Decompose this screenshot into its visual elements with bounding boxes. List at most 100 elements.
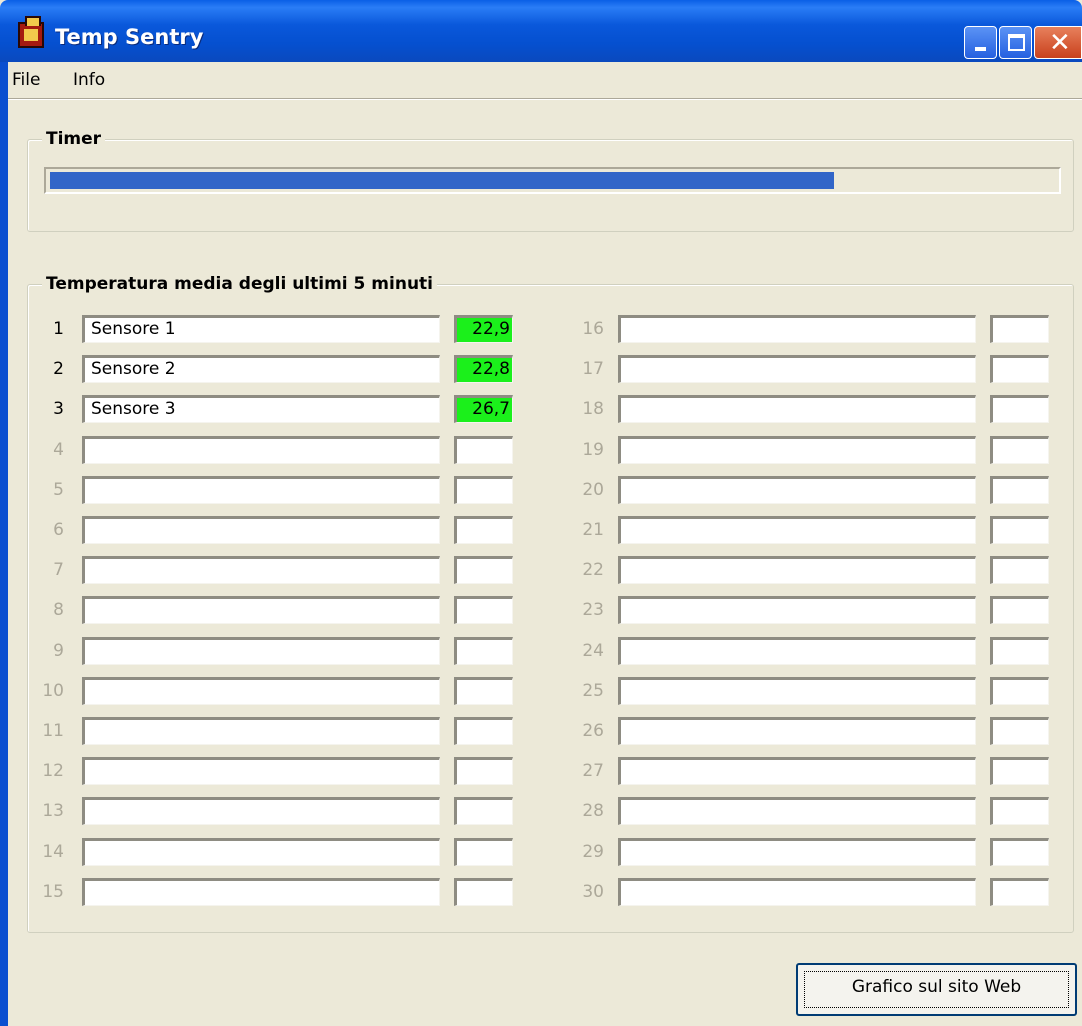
sensor-number: 9 xyxy=(53,641,64,661)
sensor-number: 7 xyxy=(53,560,64,580)
close-icon: ✕ xyxy=(1049,28,1071,58)
sensor-number: 15 xyxy=(42,882,64,902)
menu-info[interactable]: Info xyxy=(73,70,105,90)
sensor-number: 27 xyxy=(582,761,604,781)
sensor-temperature-field xyxy=(454,677,513,705)
sensor-number: 20 xyxy=(582,480,604,500)
sensor-temperature-field xyxy=(990,878,1049,906)
sensor-temperature-field xyxy=(990,838,1049,866)
sensor-number: 19 xyxy=(582,440,604,460)
sensor-name-field[interactable] xyxy=(618,516,976,544)
sensor-number: 10 xyxy=(42,681,64,701)
sensor-name-field[interactable] xyxy=(618,315,976,343)
sensor-temperature-field xyxy=(454,476,513,504)
sensor-temperature-field xyxy=(990,596,1049,624)
sensor-temperature-field xyxy=(454,596,513,624)
sensor-name-field[interactable] xyxy=(82,637,440,665)
sensor-temperature-field xyxy=(454,637,513,665)
minimize-button[interactable] xyxy=(964,26,997,59)
sensor-name-field[interactable] xyxy=(82,556,440,584)
sensor-name-field[interactable]: Sensore 1 xyxy=(82,315,440,343)
sensor-number: 3 xyxy=(53,399,64,419)
sensor-name-field[interactable] xyxy=(618,476,976,504)
maximize-icon xyxy=(1008,34,1025,51)
sensor-name-field[interactable] xyxy=(618,677,976,705)
sensor-number: 11 xyxy=(42,721,64,741)
sensor-temperature-field xyxy=(990,556,1049,584)
sensor-name-field[interactable] xyxy=(82,677,440,705)
sensor-name-field[interactable] xyxy=(618,395,976,423)
sensor-number: 5 xyxy=(53,480,64,500)
sensor-name-field[interactable] xyxy=(618,717,976,745)
sensor-temperature-field xyxy=(990,436,1049,464)
sensor-number: 26 xyxy=(582,721,604,741)
sensor-name-field[interactable] xyxy=(618,436,976,464)
sensor-temperature-field xyxy=(454,878,513,906)
web-chart-button[interactable]: Grafico sul sito Web xyxy=(796,963,1077,1016)
sensor-name-field[interactable] xyxy=(82,757,440,785)
sensor-name-field[interactable] xyxy=(618,355,976,383)
sensor-name-field[interactable] xyxy=(618,637,976,665)
sensor-temperature-field xyxy=(990,757,1049,785)
close-button[interactable]: ✕ xyxy=(1034,26,1082,59)
sensor-temperature-field xyxy=(990,395,1049,423)
sensor-number: 17 xyxy=(582,359,604,379)
focus-rectangle xyxy=(804,971,1069,1008)
sensor-name-field[interactable]: Sensore 2 xyxy=(82,355,440,383)
menu-bar: File Info xyxy=(8,62,1082,98)
sensors-group-label: Temperatura media degli ultimi 5 minuti xyxy=(42,274,437,294)
sensor-temperature-field xyxy=(990,516,1049,544)
sensor-name-field[interactable] xyxy=(82,878,440,906)
sensor-temperature-field: 26,7 xyxy=(454,395,513,423)
sensor-number: 6 xyxy=(53,520,64,540)
sensor-number: 8 xyxy=(53,600,64,620)
sensor-temperature-field xyxy=(990,717,1049,745)
timer-progress-fill xyxy=(50,172,834,189)
sensor-number: 1 xyxy=(53,319,64,339)
sensor-number: 28 xyxy=(582,801,604,821)
sensor-number: 4 xyxy=(53,440,64,460)
menu-file[interactable]: File xyxy=(12,70,40,90)
sensor-name-field[interactable] xyxy=(618,797,976,825)
sensor-name-field[interactable] xyxy=(618,878,976,906)
sensor-name-field[interactable] xyxy=(82,476,440,504)
sensor-temperature-field xyxy=(990,315,1049,343)
sensor-temperature-field xyxy=(454,757,513,785)
sensor-name-field[interactable] xyxy=(618,596,976,624)
timer-group-label: Timer xyxy=(42,129,106,149)
sensor-number: 12 xyxy=(42,761,64,781)
sensor-temperature-field xyxy=(990,637,1049,665)
sensor-temperature-field xyxy=(990,677,1049,705)
sensor-name-field[interactable] xyxy=(82,596,440,624)
sensor-name-field[interactable]: Sensore 3 xyxy=(82,395,440,423)
sensor-temperature-field xyxy=(454,797,513,825)
sensor-name-field[interactable] xyxy=(618,838,976,866)
sensor-number: 14 xyxy=(42,842,64,862)
sensor-temperature-field xyxy=(990,355,1049,383)
sensor-number: 16 xyxy=(582,319,604,339)
sensor-name-field[interactable] xyxy=(82,717,440,745)
sensor-number: 29 xyxy=(582,842,604,862)
maximize-button[interactable] xyxy=(999,26,1032,59)
menu-separator xyxy=(8,98,1082,100)
sensor-number: 23 xyxy=(582,600,604,620)
sensor-number: 30 xyxy=(582,882,604,902)
window-frame xyxy=(0,62,8,1026)
sensor-temperature-field xyxy=(454,436,513,464)
sensor-name-field[interactable] xyxy=(618,757,976,785)
app-icon[interactable] xyxy=(18,16,44,48)
sensor-name-field[interactable] xyxy=(82,797,440,825)
title-bar[interactable]: Temp Sentry ✕ xyxy=(0,0,1082,62)
sensor-name-field[interactable] xyxy=(82,436,440,464)
sensor-name-field[interactable] xyxy=(82,838,440,866)
sensor-number: 24 xyxy=(582,641,604,661)
sensor-temperature-field xyxy=(454,838,513,866)
minimize-icon xyxy=(975,47,986,51)
timer-progress-bar xyxy=(44,167,1061,194)
sensor-temperature-field xyxy=(454,516,513,544)
sensor-name-field[interactable] xyxy=(82,516,440,544)
sensor-temperature-field xyxy=(990,797,1049,825)
sensor-name-field[interactable] xyxy=(618,556,976,584)
sensor-temperature-field: 22,8 xyxy=(454,355,513,383)
sensor-temperature-field: 22,9 xyxy=(454,315,513,343)
